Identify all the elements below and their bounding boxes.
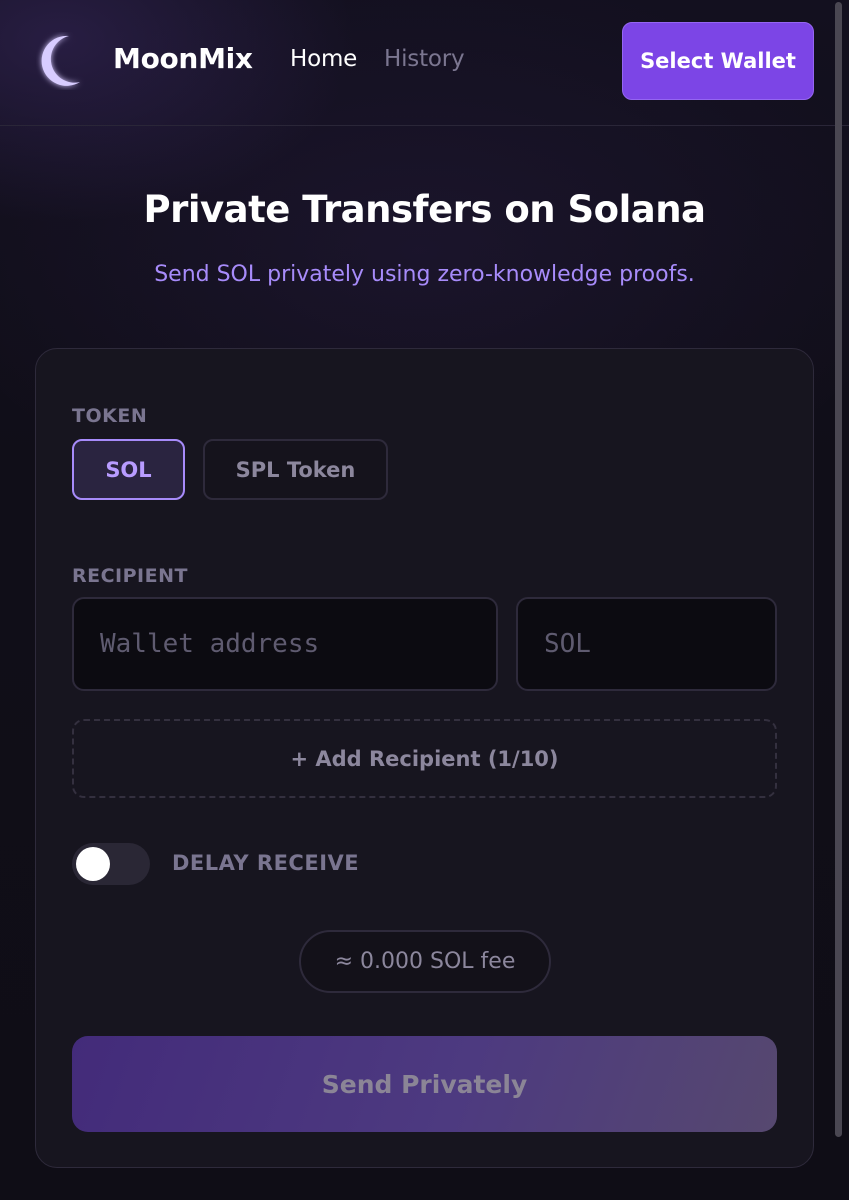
delay-receive-label: DELAY RECEIVE	[172, 851, 360, 875]
add-recipient-button[interactable]: + Add Recipient (1/10)	[72, 719, 777, 798]
select-wallet-button[interactable]: Select Wallet	[622, 22, 814, 100]
nav-home-link[interactable]: Home	[290, 46, 357, 72]
token-label: TOKEN	[72, 405, 148, 427]
amount-input[interactable]	[516, 597, 777, 691]
toggle-knob	[76, 847, 110, 881]
delay-receive-toggle[interactable]	[72, 843, 150, 885]
top-nav: MoonMix Home History Select Wallet	[0, 0, 849, 126]
wallet-address-input[interactable]	[72, 597, 498, 691]
send-privately-button[interactable]: Send Privately	[72, 1036, 777, 1132]
transfer-card: TOKEN SOL SPL Token RECIPIENT + Add Reci…	[35, 348, 814, 1168]
token-sol-button[interactable]: SOL	[72, 439, 185, 500]
recipient-label: RECIPIENT	[72, 565, 188, 587]
brand-name[interactable]: MoonMix	[113, 42, 253, 75]
page-subtitle: Send SOL privately using zero-knowledge …	[154, 262, 695, 287]
page-scrollbar[interactable]	[835, 2, 842, 1137]
nav-history-link[interactable]: History	[384, 46, 465, 72]
crescent-moon-icon	[36, 32, 90, 90]
token-spl-button[interactable]: SPL Token	[203, 439, 388, 500]
fee-estimate-badge: ≈ 0.000 SOL fee	[299, 930, 551, 993]
page-title: Private Transfers on Solana	[143, 188, 706, 231]
